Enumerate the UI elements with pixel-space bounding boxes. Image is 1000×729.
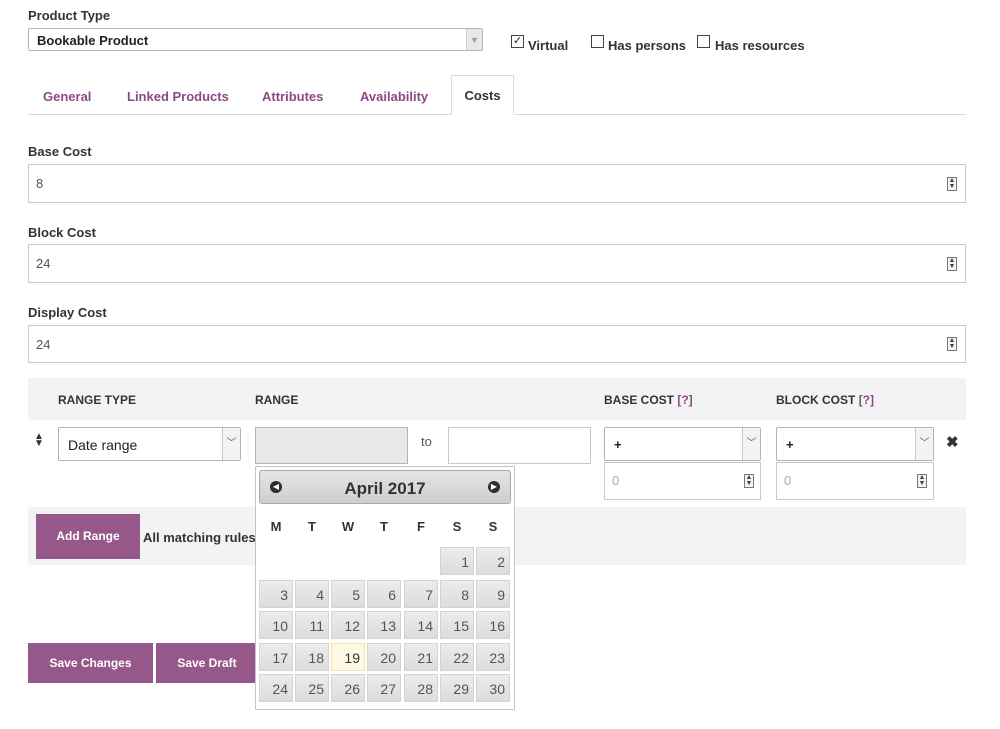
day-cell[interactable]: 13: [367, 611, 401, 639]
day-cell[interactable]: 11: [295, 611, 329, 639]
block-cost-input[interactable]: 24 ▲ ▼: [28, 244, 966, 283]
range-block-cost-placeholder: 0: [784, 473, 792, 488]
base-cost-modifier-select[interactable]: + ﹀: [604, 427, 761, 461]
range-from-input[interactable]: [255, 427, 408, 464]
day-cell[interactable]: 12: [331, 611, 365, 639]
base-cost-help-link[interactable]: [?]: [677, 393, 692, 407]
day-cell[interactable]: 4: [295, 580, 329, 608]
spinner-icon[interactable]: ▲ ▼: [917, 474, 927, 488]
product-type-label: Product Type: [28, 8, 111, 23]
base-cost-value: 8: [36, 176, 44, 191]
base-cost-input[interactable]: 8 ▲ ▼: [28, 164, 966, 203]
chevron-down-icon: ▼: [466, 29, 482, 50]
day-cell[interactable]: 26: [331, 674, 365, 702]
day-cell[interactable]: 29: [440, 674, 474, 702]
tab-attributes[interactable]: Attributes: [262, 89, 323, 104]
block-cost-header: BLOCK COST [?]: [776, 393, 874, 407]
day-cell[interactable]: 15: [440, 611, 474, 639]
sort-handle-icon[interactable]: ▲ ▼: [34, 432, 44, 449]
day-cell[interactable]: 8: [440, 580, 474, 608]
datepicker-header: ◀ April 2017 ▶: [259, 470, 511, 504]
add-range-button[interactable]: Add Range: [36, 514, 140, 559]
display-cost-label: Display Cost: [28, 305, 107, 320]
has-persons-checkbox[interactable]: [591, 35, 604, 48]
chevron-down-icon: ﹀: [742, 428, 760, 460]
spinner-icon[interactable]: ▲ ▼: [744, 474, 754, 488]
display-cost-input[interactable]: 24 ▲ ▼: [28, 325, 966, 363]
base-cost-header-label: BASE COST: [604, 393, 675, 407]
block-cost-help-link[interactable]: [?]: [859, 393, 874, 407]
day-cell[interactable]: 28: [404, 674, 438, 702]
day-cell[interactable]: 23: [476, 643, 510, 671]
range-type-value: Date range: [68, 437, 138, 453]
product-type-select[interactable]: Bookable Product ▼: [28, 28, 483, 51]
virtual-checkbox[interactable]: ✓: [511, 35, 524, 48]
to-label: to: [421, 434, 432, 449]
day-cell[interactable]: 27: [367, 674, 401, 702]
chevron-down-icon: ﹀: [222, 428, 240, 460]
day-cell[interactable]: 9: [476, 580, 510, 608]
weekday-header: W: [341, 519, 355, 534]
block-cost-header-label: BLOCK COST: [776, 393, 856, 407]
range-type-header: RANGE TYPE: [58, 393, 137, 407]
day-cell[interactable]: 25: [295, 674, 329, 702]
day-cell[interactable]: 6: [367, 580, 401, 608]
display-cost-value: 24: [36, 337, 51, 352]
remove-row-icon[interactable]: ✖: [946, 433, 959, 451]
block-cost-value: 24: [36, 256, 51, 271]
day-cell-today[interactable]: 19: [331, 643, 365, 671]
range-base-cost-placeholder: 0: [612, 473, 620, 488]
virtual-label: Virtual: [528, 38, 569, 53]
range-base-cost-input[interactable]: 0 ▲ ▼: [604, 462, 761, 500]
save-draft-button[interactable]: Save Draft: [156, 643, 258, 683]
base-modifier-value: +: [614, 437, 622, 452]
day-cell[interactable]: 17: [259, 643, 293, 671]
range-header: RANGE: [255, 393, 299, 407]
save-changes-button[interactable]: Save Changes: [28, 643, 153, 683]
tab-costs[interactable]: Costs: [451, 75, 514, 115]
block-cost-label: Block Cost: [28, 225, 96, 240]
matching-rules-text: All matching rules: [143, 530, 256, 545]
day-cell[interactable]: 24: [259, 674, 293, 702]
day-cell[interactable]: 2: [476, 547, 510, 575]
day-cell[interactable]: 30: [476, 674, 510, 702]
day-cell[interactable]: 7: [404, 580, 438, 608]
weekday-header: T: [380, 519, 388, 534]
base-cost-header: BASE COST [?]: [604, 393, 693, 407]
spinner-icon[interactable]: ▲ ▼: [947, 177, 957, 191]
range-type-select[interactable]: Date range ﹀: [58, 427, 241, 461]
weekday-header: T: [308, 519, 316, 534]
tab-general[interactable]: General: [43, 89, 91, 104]
day-cell[interactable]: 10: [259, 611, 293, 639]
chevron-down-icon: ﹀: [915, 428, 933, 460]
spinner-icon[interactable]: ▲ ▼: [947, 337, 957, 351]
weekday-header: S: [452, 519, 462, 534]
day-cell[interactable]: 18: [295, 643, 329, 671]
day-cell[interactable]: 16: [476, 611, 510, 639]
has-resources-checkbox[interactable]: [697, 35, 710, 48]
tab-linked-products[interactable]: Linked Products: [127, 89, 229, 104]
has-resources-label: Has resources: [715, 38, 805, 53]
range-block-cost-input[interactable]: 0 ▲ ▼: [776, 462, 934, 500]
tab-availability[interactable]: Availability: [360, 89, 428, 104]
has-persons-label: Has persons: [608, 38, 687, 53]
datepicker-title: April 2017: [344, 479, 426, 498]
weekday-header: M: [270, 519, 282, 534]
day-cell[interactable]: 14: [404, 611, 438, 639]
weekday-header: F: [417, 519, 425, 534]
spinner-icon[interactable]: ▲ ▼: [947, 257, 957, 271]
block-cost-modifier-select[interactable]: + ﹀: [776, 427, 934, 461]
day-cell[interactable]: 5: [331, 580, 365, 608]
day-cell[interactable]: 20: [367, 643, 401, 671]
weekday-header: S: [488, 519, 498, 534]
day-cell[interactable]: 22: [440, 643, 474, 671]
day-cell[interactable]: 1: [440, 547, 474, 575]
base-cost-label: Base Cost: [28, 144, 92, 159]
day-cell[interactable]: 3: [259, 580, 293, 608]
day-cell[interactable]: 21: [404, 643, 438, 671]
product-type-value: Bookable Product: [37, 33, 149, 48]
range-to-input[interactable]: [448, 427, 591, 464]
block-modifier-value: +: [786, 437, 794, 452]
next-month-icon[interactable]: ▶: [488, 481, 500, 493]
